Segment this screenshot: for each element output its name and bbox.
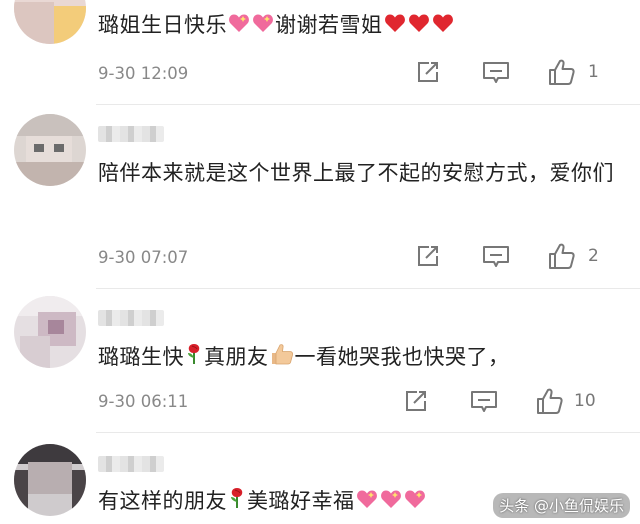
watermark: 头条 @小鱼侃娱乐 [493, 493, 630, 518]
like-count: 1 [588, 62, 599, 82]
avatar[interactable] [14, 296, 86, 368]
like-icon [548, 58, 576, 86]
comment-timestamp: 9-30 06:11 [98, 392, 189, 411]
sparkling-heart-icon [356, 483, 378, 521]
reply-button[interactable] [470, 389, 498, 415]
username-blurred[interactable] [98, 310, 164, 326]
share-button[interactable] [404, 389, 430, 413]
share-button[interactable] [416, 244, 442, 268]
like-count: 2 [588, 246, 599, 266]
avatar[interactable] [14, 444, 86, 516]
reply-button[interactable] [482, 60, 510, 86]
like-count: 10 [574, 391, 596, 411]
divider [96, 288, 640, 289]
like-button[interactable]: 1 [548, 58, 599, 86]
share-button[interactable] [416, 60, 442, 84]
comment-timestamp: 9-30 12:09 [98, 64, 189, 83]
like-icon [536, 387, 564, 415]
share-icon [416, 244, 442, 268]
comment-text: 璐姐生日快乐 谢谢若雪姐 [98, 6, 628, 45]
avatar[interactable] [14, 114, 86, 186]
red-heart-icon [408, 7, 430, 45]
comment-icon [470, 389, 498, 415]
sparkling-heart-icon [228, 7, 250, 45]
sparkling-heart-icon [404, 483, 426, 521]
rose-icon [185, 339, 203, 377]
comment-icon [482, 60, 510, 86]
red-heart-icon [432, 7, 454, 45]
share-icon [416, 60, 442, 84]
comment-icon [482, 244, 510, 270]
username-blurred[interactable] [98, 456, 164, 472]
comment-text: 璐璐生快 真朋友 一看她哭我也快哭了， [98, 338, 628, 377]
red-heart-icon [384, 7, 406, 45]
avatar[interactable] [14, 0, 86, 44]
divider [96, 104, 640, 105]
comment-text: 陪伴本来就是这个世界上最了不起的安慰方式，爱你们 [98, 161, 614, 185]
sparkling-heart-icon [380, 483, 402, 521]
like-button[interactable]: 10 [536, 387, 596, 415]
reply-button[interactable] [482, 244, 510, 270]
username-blurred[interactable] [98, 126, 164, 142]
share-icon [404, 389, 430, 413]
sparkling-heart-icon [252, 7, 274, 45]
rose-icon [228, 483, 246, 521]
thumbs-up-icon [270, 339, 294, 377]
like-icon [548, 242, 576, 270]
comment-timestamp: 9-30 07:07 [98, 248, 189, 267]
like-button[interactable]: 2 [548, 242, 599, 270]
divider [96, 432, 640, 433]
